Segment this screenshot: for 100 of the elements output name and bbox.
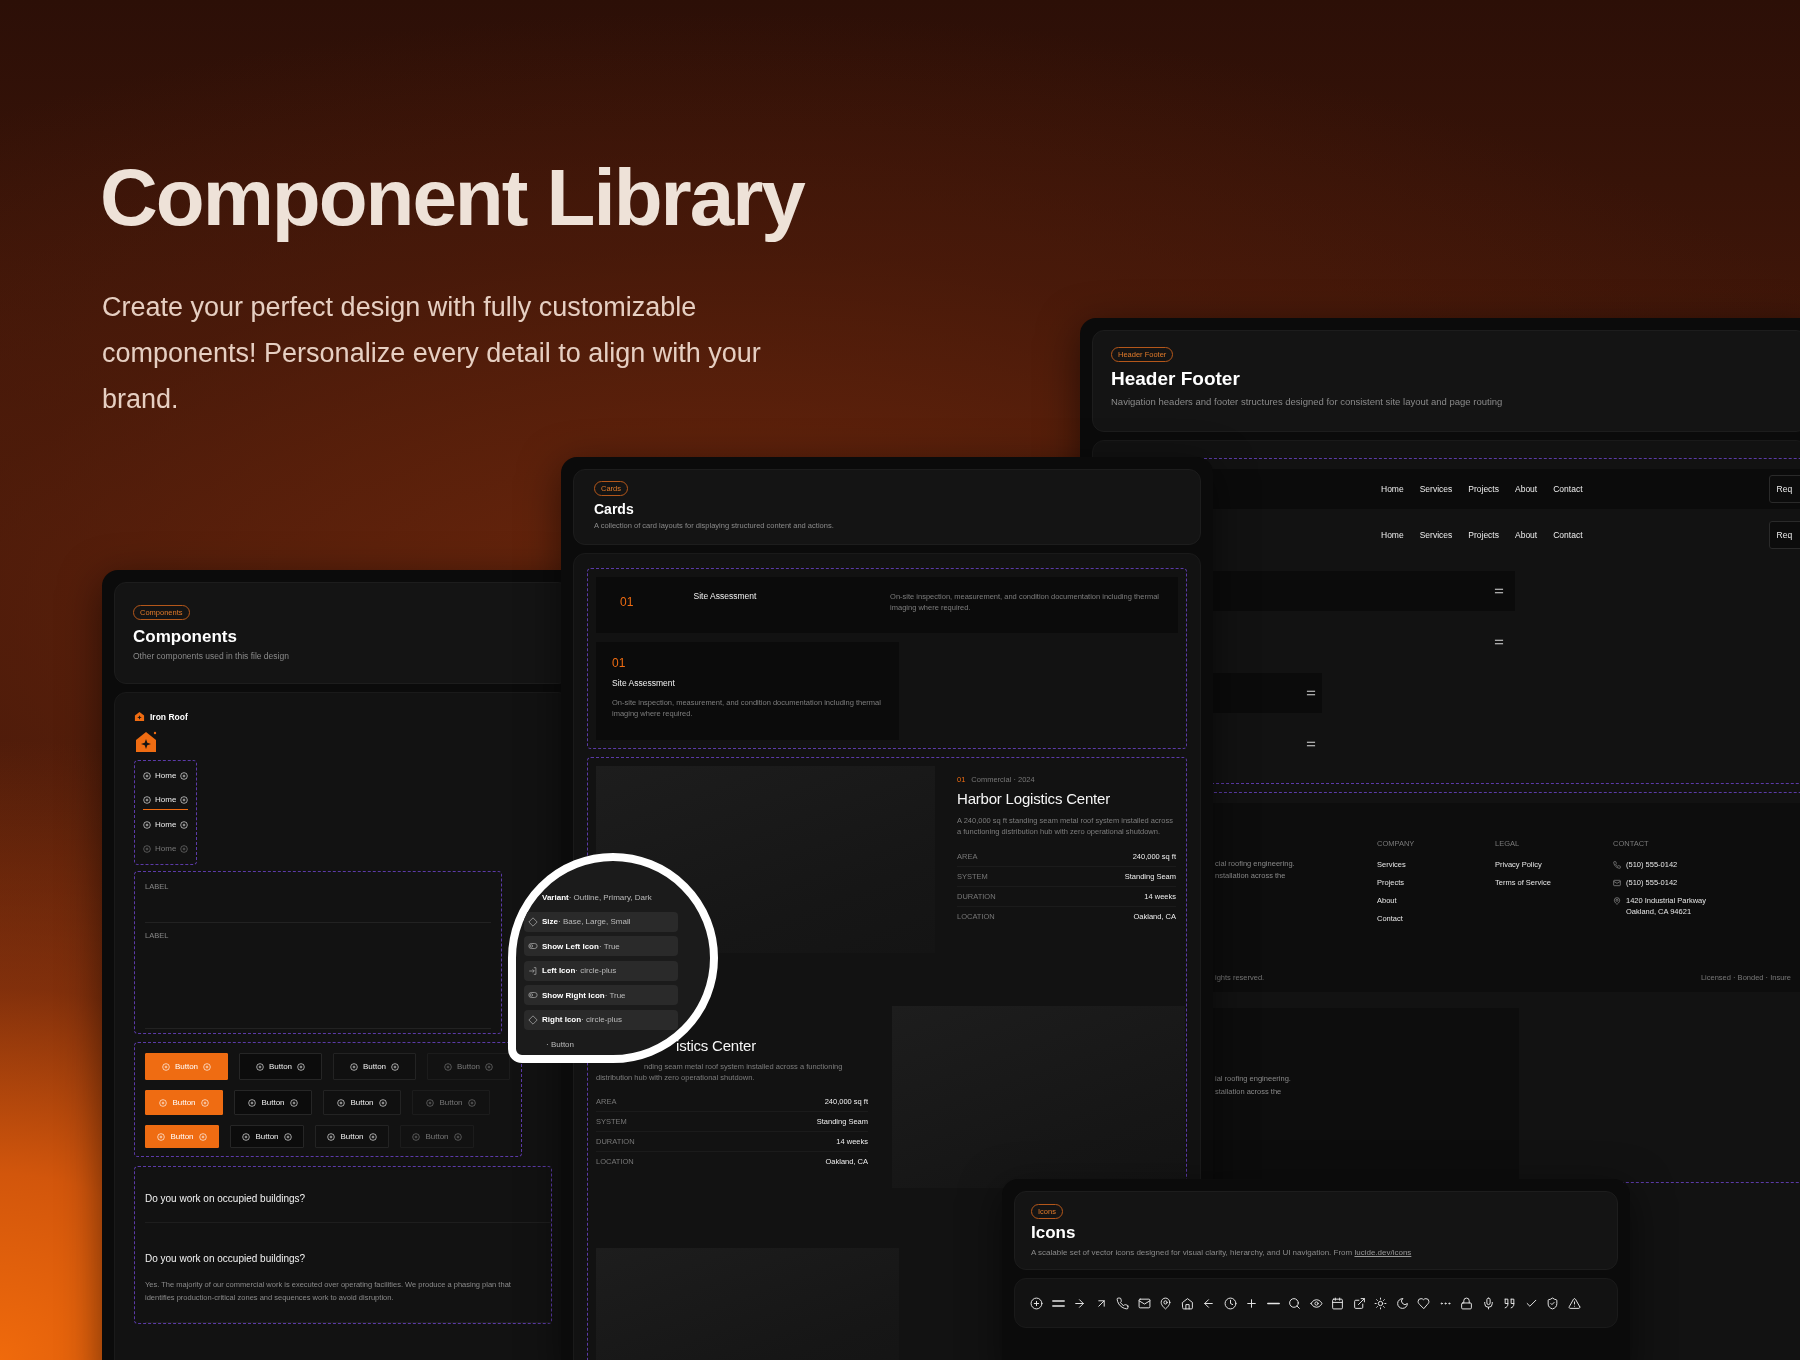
lucide-link[interactable]: lucide.dev/icons xyxy=(1354,1248,1412,1257)
nav-link[interactable]: Home xyxy=(1381,484,1404,494)
nav-item[interactable]: Home xyxy=(143,816,189,834)
circle-plus-icon xyxy=(143,771,151,780)
circle-plus-icon xyxy=(200,1098,209,1107)
property-text: Right Icon· circle-plus xyxy=(542,1015,622,1024)
circle-plus-icon xyxy=(349,1062,358,1071)
circle-plus-icon xyxy=(143,820,151,829)
circle-plus-icon xyxy=(426,1098,435,1107)
toggle-icon xyxy=(528,941,538,951)
house-icon xyxy=(1180,1296,1194,1310)
step-number: 01 xyxy=(620,594,635,609)
sample-button[interactable]: Button xyxy=(333,1053,416,1080)
project-title: Harbor Logistics Center xyxy=(957,790,1111,807)
property-text: Size· Base, Large, Small xyxy=(542,917,631,926)
nav-link[interactable]: About xyxy=(1515,484,1538,494)
sample-button[interactable]: Button xyxy=(234,1090,312,1115)
map-pin-icon xyxy=(1613,897,1621,905)
sample-button[interactable]: Button xyxy=(239,1053,322,1080)
card-title: Site Assessment xyxy=(693,591,758,601)
faq-item[interactable]: Do you work on occupied buildings? xyxy=(145,1167,551,1223)
section-title: Header Footer xyxy=(1111,368,1240,390)
sample-button[interactable]: Button xyxy=(400,1125,474,1148)
circle-plus-icon xyxy=(198,1132,207,1141)
circle-plus-icon xyxy=(180,795,189,804)
request-button[interactable]: Req xyxy=(1768,521,1800,549)
nav-link[interactable]: Contact xyxy=(1553,484,1583,494)
card-title: Site Assessment xyxy=(612,678,675,688)
sample-button[interactable]: Button xyxy=(323,1090,401,1115)
circle-plus-icon xyxy=(159,1098,168,1107)
section-title: Cards xyxy=(594,501,634,517)
section-description: Other components used in this file design xyxy=(133,651,289,661)
property-text: Left Icon· circle-plus xyxy=(542,966,617,975)
circle-plus-icon xyxy=(337,1098,346,1107)
hero-title: Component Library xyxy=(100,152,804,244)
circle-plus-icon xyxy=(203,1062,212,1071)
arrow-left-icon xyxy=(1202,1296,1215,1310)
circle-plus-icon xyxy=(283,1132,292,1141)
section-description: A scalable set of vector icons designed for visual clarity, hierarchy, and UI navigation. From lucide.dev/icons xyxy=(1031,1248,1412,1257)
diamond-icon xyxy=(528,1014,538,1025)
nav-item[interactable]: Home xyxy=(143,791,189,810)
section-title: Icons xyxy=(1031,1223,1076,1243)
swap-icon xyxy=(528,965,538,976)
calendar-icon xyxy=(1331,1296,1344,1310)
request-button[interactable]: Req xyxy=(1768,475,1800,503)
sample-button[interactable]: Button xyxy=(412,1090,490,1115)
circle-plus-icon xyxy=(143,844,151,853)
logo-icon xyxy=(134,711,145,722)
warning-icon xyxy=(1567,1296,1581,1310)
circle-plus-icon xyxy=(143,795,151,804)
circle-plus-icon xyxy=(453,1132,462,1141)
project-title: istics Center xyxy=(675,1037,757,1054)
circle-plus-icon xyxy=(467,1098,476,1107)
circle-plus-icon xyxy=(289,1098,298,1107)
phone-icon xyxy=(1116,1296,1129,1310)
property-text: Show Left Icon· True xyxy=(542,941,620,951)
logo-name: Iron Roof xyxy=(150,711,188,722)
search-icon xyxy=(1288,1296,1301,1310)
lock-icon xyxy=(1460,1296,1473,1310)
mail-icon xyxy=(1137,1296,1151,1310)
phone-icon xyxy=(1613,861,1621,869)
circle-plus-icon xyxy=(391,1062,400,1071)
nav-link[interactable]: Contact xyxy=(1553,530,1583,540)
property-text: · Button xyxy=(546,1039,574,1049)
circle-plus-icon xyxy=(157,1132,166,1141)
circle-plus-icon xyxy=(180,820,189,829)
circle-plus-icon xyxy=(485,1062,494,1071)
nav-link[interactable]: Projects xyxy=(1468,530,1499,540)
heart-icon xyxy=(1417,1296,1430,1310)
plus-icon xyxy=(1245,1296,1258,1310)
circle-plus-icon xyxy=(242,1132,251,1141)
nav-link[interactable]: About xyxy=(1515,530,1538,540)
nav-link[interactable]: Projects xyxy=(1468,484,1499,494)
circle-plus-icon xyxy=(412,1132,421,1141)
sun-icon xyxy=(1374,1296,1387,1310)
mail-icon xyxy=(1613,879,1621,887)
toggle-icon xyxy=(528,990,538,1000)
nav-link[interactable]: Home xyxy=(1381,530,1404,540)
circle-plus-icon xyxy=(255,1062,264,1071)
sample-button[interactable]: Button xyxy=(230,1125,304,1148)
sample-button[interactable]: Button xyxy=(315,1125,389,1148)
external-link-icon xyxy=(1352,1296,1366,1310)
circle-plus-icon xyxy=(161,1062,170,1071)
eye-icon xyxy=(1309,1296,1323,1310)
circle-plus-icon xyxy=(180,844,189,853)
arrow-right-icon xyxy=(1073,1296,1086,1310)
shield-check-icon xyxy=(1546,1296,1559,1310)
property-text: Show Right Icon· True xyxy=(542,990,626,1000)
circle-plus-icon xyxy=(180,771,189,780)
nav-item[interactable]: Home xyxy=(143,767,189,785)
sample-button[interactable]: Button xyxy=(427,1053,510,1080)
circle-plus-icon xyxy=(327,1132,336,1141)
microphone-icon xyxy=(1481,1296,1495,1310)
property-text: Variant· Outline, Primary, Dark xyxy=(542,892,652,902)
circle-plus-icon xyxy=(378,1098,387,1107)
map-pin-icon xyxy=(1159,1296,1172,1310)
circle-plus-icon xyxy=(248,1098,257,1107)
nav-link[interactable]: Services xyxy=(1419,530,1453,540)
nav-link[interactable]: Services xyxy=(1419,484,1453,494)
logo-icon xyxy=(134,730,158,754)
